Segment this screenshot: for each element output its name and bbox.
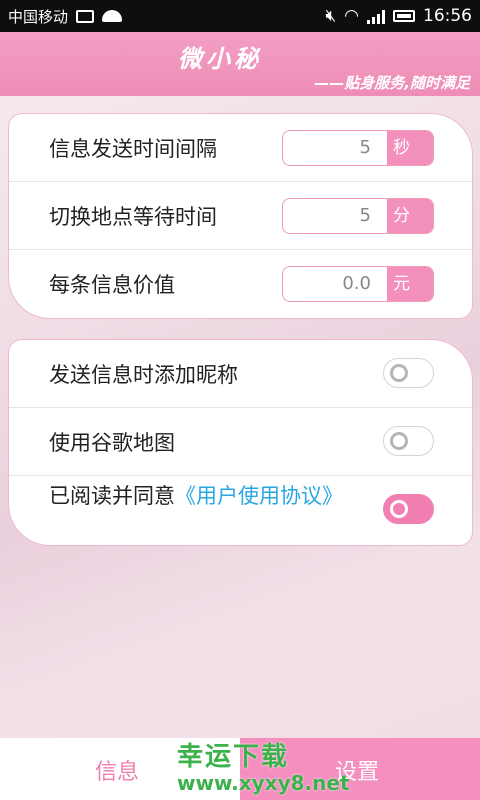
user-agreement-link[interactable]: 《用户使用协议》	[175, 484, 343, 508]
app-logo: 微小秘	[178, 45, 262, 73]
tab-info-label: 信息	[95, 760, 140, 785]
setting-row-message-value: 每条信息价值 0.0 元	[9, 250, 472, 318]
clock: 16:56	[423, 6, 472, 26]
send-interval-value[interactable]: 5	[283, 131, 387, 165]
setting-row-send-interval: 信息发送时间间隔 5 秒	[9, 114, 472, 182]
message-value-unit: 元	[387, 267, 433, 301]
send-interval-label: 信息发送时间间隔	[49, 136, 217, 161]
switch-wait-value[interactable]: 5	[283, 199, 387, 233]
wifi-icon: ◠	[344, 6, 359, 26]
message-value-input[interactable]: 0.0 元	[282, 266, 434, 302]
signal-icon	[367, 8, 385, 24]
toggle-knob	[390, 432, 408, 450]
google-maps-toggle[interactable]	[383, 426, 434, 456]
google-maps-label: 使用谷歌地图	[49, 430, 175, 455]
bottom-tab-bar: 信息 设置	[0, 738, 480, 800]
switch-wait-unit: 分	[387, 199, 433, 233]
tab-settings[interactable]: 设置	[240, 738, 480, 800]
nickname-toggle[interactable]	[383, 358, 434, 388]
switch-wait-label: 切换地点等待时间	[49, 204, 217, 229]
image-notification-icon	[76, 9, 95, 23]
interval-settings-card: 信息发送时间间隔 5 秒 切换地点等待时间 5 分 每条信息价值 0.0 元	[8, 113, 473, 319]
setting-row-switch-wait: 切换地点等待时间 5 分	[9, 182, 472, 250]
tab-info[interactable]: 信息	[0, 738, 240, 800]
android-icon	[102, 10, 123, 22]
status-bar: 中国移动 🔇︎ ◠ 16:56	[0, 0, 480, 32]
option-settings-card: 发送信息时添加昵称 使用谷歌地图 已阅读并同意《用户使用协议》	[8, 339, 473, 546]
agreement-prefix: 已阅读并同意	[49, 484, 175, 508]
mute-icon: 🔇︎	[325, 6, 337, 26]
app-header: 微小秘 ——贴身服务,随时满足	[0, 32, 480, 96]
toggle-knob	[390, 364, 408, 382]
carrier-label: 中国移动	[8, 7, 69, 26]
message-value-label: 每条信息价值	[49, 273, 175, 297]
send-interval-unit: 秒	[387, 131, 433, 165]
agreement-text: 已阅读并同意《用户使用协议》	[49, 482, 369, 510]
battery-icon	[393, 10, 415, 22]
tab-settings-label: 设置	[335, 760, 380, 785]
toggle-knob	[390, 500, 408, 518]
nickname-label: 发送信息时添加昵称	[49, 362, 238, 387]
message-value-value[interactable]: 0.0	[283, 267, 387, 301]
switch-wait-input[interactable]: 5 分	[282, 198, 434, 234]
send-interval-input[interactable]: 5 秒	[282, 130, 434, 166]
app-slogan: ——贴身服务,随时满足	[314, 74, 470, 92]
agreement-toggle[interactable]	[383, 494, 434, 524]
setting-row-google-maps: 使用谷歌地图	[9, 408, 472, 476]
setting-row-agreement: 已阅读并同意《用户使用协议》	[9, 476, 472, 544]
setting-row-nickname: 发送信息时添加昵称	[9, 340, 472, 408]
